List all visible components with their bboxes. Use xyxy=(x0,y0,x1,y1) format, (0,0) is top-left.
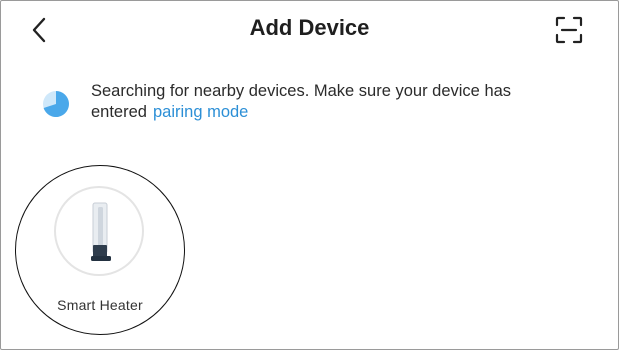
page-title: Add Device xyxy=(249,15,370,40)
search-status: Searching for nearby devices. Make sure … xyxy=(41,81,601,125)
searching-spinner-icon xyxy=(43,91,69,117)
smart-heater-icon xyxy=(91,202,111,261)
device-label: Smart Heater xyxy=(57,297,143,313)
pairing-mode-link[interactable]: pairing mode xyxy=(153,103,248,121)
scan-icon xyxy=(555,16,583,44)
add-device-screen: Add Device Searching for nearby devices.… xyxy=(0,0,619,350)
header: Add Device xyxy=(1,1,618,59)
scan-button[interactable] xyxy=(554,15,584,45)
device-card-smart-heater[interactable]: Smart Heater xyxy=(15,165,185,335)
device-icon-ring xyxy=(54,186,144,276)
status-message: Searching for nearby devices. Make sure … xyxy=(91,81,591,123)
